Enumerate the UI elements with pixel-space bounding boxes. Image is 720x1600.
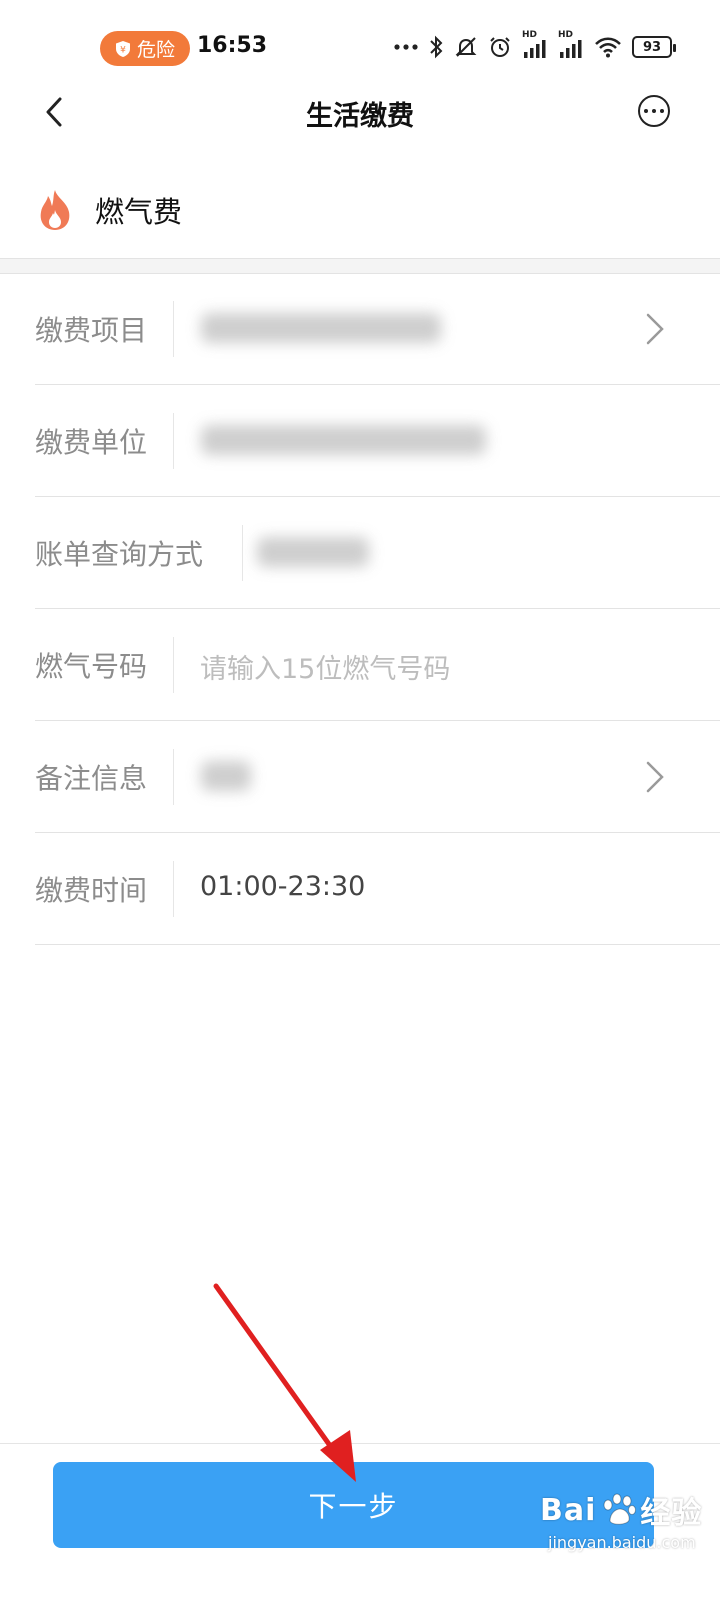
baidu-watermark: Bai 经验: [540, 1488, 702, 1532]
row-label: 缴费单位: [35, 426, 148, 459]
battery-indicator: 93: [632, 36, 676, 58]
danger-label: 危险: [136, 39, 175, 61]
next-step-label: 下一步: [308, 1490, 399, 1523]
row-label: 缴费项目: [35, 314, 148, 347]
watermark-brand-2: 经验: [640, 1496, 703, 1531]
payment-form: 缴费项目 缴费单位 账单查询方式 燃气号码 请输入15位燃气号码 备注信息 缴费…: [0, 273, 720, 945]
gas-number-input[interactable]: 请输入15位燃气号码: [200, 647, 450, 686]
signal-2: HD: [558, 30, 584, 60]
form-row-gas-number[interactable]: 燃气号码 请输入15位燃气号码: [35, 609, 720, 721]
form-row-unit[interactable]: 缴费单位: [35, 385, 720, 497]
watermark-url: jingyan.baidu.com: [548, 1533, 696, 1552]
redacted-value: [257, 537, 369, 567]
chevron-right-icon: [646, 761, 664, 793]
signal-icon: [524, 40, 546, 58]
row-divider: [173, 301, 174, 357]
svg-text:¥: ¥: [120, 45, 126, 55]
category-label: 燃气费: [95, 195, 183, 229]
row-divider: [173, 861, 174, 917]
redacted-value: [201, 761, 251, 791]
category-header: 燃气费: [0, 168, 720, 252]
row-divider: [173, 637, 174, 693]
more-dot: [652, 109, 656, 113]
row-divider: [173, 413, 174, 469]
redacted-value: [201, 425, 486, 455]
section-divider: [0, 258, 720, 274]
bottom-divider: [0, 1443, 720, 1444]
signal-1: HD: [522, 30, 548, 60]
row-divider: [173, 749, 174, 805]
danger-badge[interactable]: ¥ 危险: [100, 31, 190, 66]
bluetooth-icon: [430, 35, 443, 59]
fire-icon: [40, 190, 70, 230]
form-row-time: 缴费时间 01:00-23:30: [35, 833, 720, 945]
watermark-brand: Bai: [540, 1492, 597, 1528]
form-row-note[interactable]: 备注信息: [35, 721, 720, 833]
row-divider: [242, 525, 243, 581]
more-dot: [644, 109, 648, 113]
status-time: 16:53: [197, 33, 268, 58]
more-dots-icon: [394, 44, 418, 50]
row-label: 账单查询方式: [35, 538, 204, 571]
shield-icon: ¥: [115, 40, 130, 57]
form-row-query-method[interactable]: 账单查询方式: [35, 497, 720, 609]
status-icons: HD HD 93: [394, 30, 676, 60]
more-dot: [660, 109, 664, 113]
redacted-value: [201, 313, 441, 343]
page-title: 生活缴费: [306, 101, 414, 132]
more-options-button[interactable]: [638, 95, 670, 127]
form-row-item[interactable]: 缴费项目: [35, 273, 720, 385]
row-label: 缴费时间: [35, 874, 148, 907]
wifi-icon: [595, 37, 621, 58]
payment-time-value: 01:00-23:30: [200, 871, 366, 902]
nav-bar: 生活缴费: [0, 80, 720, 144]
row-label: 燃气号码: [35, 650, 148, 683]
alarm-icon: [490, 37, 510, 57]
signal-icon: [560, 40, 582, 58]
row-label: 备注信息: [35, 762, 148, 795]
chevron-right-icon: [646, 313, 664, 345]
mute-bell-icon: [455, 37, 477, 57]
paw-icon: [603, 1493, 637, 1525]
